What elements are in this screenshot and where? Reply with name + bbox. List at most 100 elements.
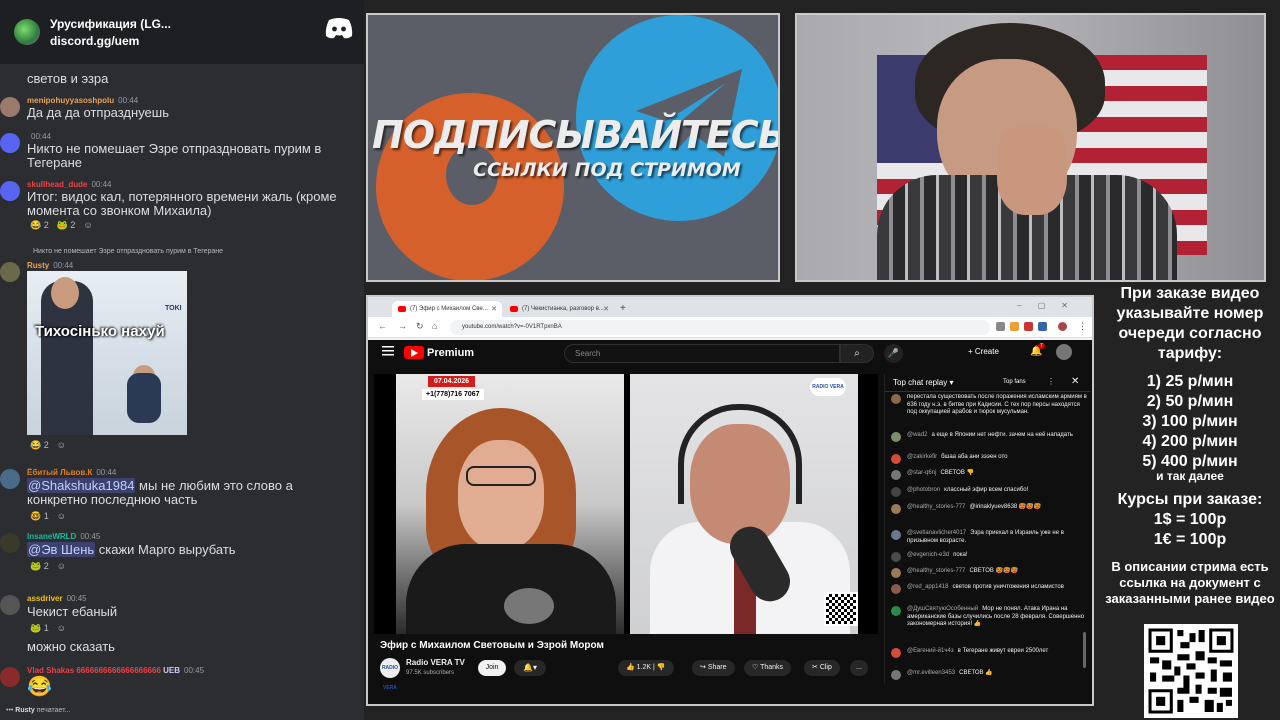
browser-window: (7) Эфир с Михаилом Све... ✕ (7) Чекистиа… — [366, 295, 1094, 706]
search-input[interactable]: Search — [564, 344, 840, 363]
add-reaction-icon[interactable]: ☺ — [57, 561, 66, 572]
add-reaction-icon[interactable]: ☺ — [57, 623, 66, 634]
tab-bar: (7) Эфир с Михаилом Све... ✕ (7) Чекистиа… — [368, 297, 1092, 317]
author[interactable]: Rusty 00:44 — [27, 261, 73, 270]
close-tab-icon[interactable]: ✕ — [491, 305, 497, 313]
chat-more-icon[interactable]: ⋮ — [1047, 377, 1055, 386]
chat-author[interactable]: @evgenich-e3d — [907, 552, 949, 558]
forward-icon[interactable]: → — [398, 321, 407, 331]
avatar[interactable] — [0, 533, 20, 553]
avatar[interactable] — [0, 133, 20, 153]
close-chat-icon[interactable]: ✕ — [1071, 376, 1079, 387]
chat-author[interactable]: @red_app1418 — [907, 584, 948, 590]
author-name[interactable]: assdriver — [27, 594, 63, 603]
image-attachment[interactable]: TOKI Тихосінько нахуй — [27, 271, 187, 435]
add-reaction-icon[interactable]: ☺ — [83, 220, 92, 231]
avatar[interactable] — [0, 595, 20, 615]
tab-youtube-video[interactable]: (7) Эфир с Михаилом Све... ✕ — [392, 301, 502, 317]
youtube-brand[interactable]: Premium — [427, 347, 474, 359]
chat-author[interactable]: @zakirkefir — [907, 454, 937, 460]
reaction[interactable]: 😂 2 — [30, 220, 49, 231]
share-button[interactable]: ↪ Share — [692, 660, 735, 676]
chat-avatar — [891, 432, 901, 442]
reaction[interactable]: 🐸 1 — [30, 623, 49, 634]
author-name[interactable]: Vlad Shakas 6666666666666666666 — [27, 666, 161, 675]
channel-name[interactable]: Radio VERA TV — [406, 658, 465, 667]
chat-scrollbar[interactable] — [1083, 632, 1086, 668]
reply-preview[interactable]: Никто не помешает Эзре отпраздновать пур… — [33, 248, 223, 255]
browser-menu-icon[interactable]: ⋮ — [1078, 321, 1087, 332]
microphone-icon[interactable]: 🎤 — [884, 344, 903, 363]
avatar[interactable] — [0, 181, 20, 201]
author-name[interactable]: Rusty — [27, 261, 49, 270]
hamburger-menu-icon[interactable] — [382, 346, 394, 356]
author-name[interactable]: skullhead_dude — [27, 180, 87, 189]
author[interactable]: assdriver 00:45 — [27, 594, 87, 603]
chat-message: @zakirkefir бшаа аба ани зээен ото — [891, 454, 1087, 464]
create-label: Create — [974, 347, 999, 356]
author[interactable]: InsaneWRLD 00:45 — [27, 532, 100, 541]
chat-mode-dropdown[interactable]: Top chat replay ▾ — [893, 378, 954, 387]
extension-icon[interactable] — [996, 322, 1005, 331]
chat-message: @wad2 а еще в Японии нет нефти. зачем на … — [891, 432, 1087, 442]
chat-author[interactable]: @healthy_stories-777 — [907, 568, 965, 574]
reaction[interactable]: 🤓 1 — [30, 511, 49, 522]
author-name[interactable]: menipohuyyasoshpolu — [27, 96, 114, 105]
new-tab-icon[interactable]: + — [620, 303, 626, 314]
reload-icon[interactable]: ↻ — [416, 321, 424, 332]
tab-second[interactable]: (7) Чекистианка, разговор в... ✕ — [504, 301, 614, 317]
extension-icon[interactable] — [1038, 322, 1047, 331]
account-avatar[interactable] — [1056, 344, 1072, 360]
chat-author[interactable]: @wad2 — [907, 432, 927, 438]
extension-icon[interactable] — [1010, 322, 1019, 331]
reaction[interactable]: 🐸 2 — [30, 561, 49, 572]
chat-text: СВЕТОВ 🥵🥵🥵 — [969, 568, 1018, 574]
author[interactable]: Vlad Shakas 6666666666666666666 UEB 00:45 — [27, 666, 357, 675]
author[interactable]: Ёбитый Львов.К 00:44 — [27, 468, 116, 477]
profile-icon[interactable] — [1058, 322, 1067, 331]
close-tab-icon[interactable]: ✕ — [603, 305, 609, 313]
url-input[interactable]: youtube.com/watch?v=-0V1RTpxnBA — [450, 320, 990, 335]
subscription-bell-icon[interactable]: 🔔▾ — [514, 660, 546, 676]
chat-author[interactable]: @ДушСвятуюОсобенный — [907, 606, 978, 612]
top-fans-button[interactable]: Top fans — [1003, 379, 1026, 385]
search-icon[interactable]: ⌕ — [840, 344, 874, 363]
add-reaction-icon[interactable]: ☺ — [57, 511, 66, 522]
chat-header: Top chat replay ▾ Top fans ⋮ ✕ — [885, 374, 1090, 392]
back-icon[interactable]: ← — [378, 321, 387, 331]
join-button[interactable]: Join — [478, 660, 506, 676]
create-button[interactable]: + Create — [968, 347, 999, 356]
avatar[interactable] — [0, 262, 20, 282]
clip-button[interactable]: ✂ Clip — [804, 660, 840, 676]
author[interactable]: menipohuyyasoshpolu 00:44 — [27, 96, 138, 105]
home-icon[interactable]: ⌂ — [432, 321, 437, 331]
chat-author[interactable]: @star-q6nj — [907, 470, 936, 476]
author-name[interactable]: Ёбитый Львов.К — [27, 468, 92, 477]
channel-avatar[interactable]: RADIO VERA — [380, 658, 400, 691]
author[interactable]: 00:44 — [27, 132, 51, 141]
more-actions-button[interactable]: ... — [850, 660, 868, 676]
chat-message: @red_app1418 светов против уничтожения ис… — [891, 584, 1087, 594]
add-reaction-icon[interactable]: ☺ — [57, 440, 66, 451]
chat-author[interactable]: @photobron — [907, 487, 940, 493]
chat-author[interactable]: @Евгений-й1ч4з — [907, 648, 954, 654]
thanks-button[interactable]: ♡ Thanks — [744, 660, 792, 676]
youtube-logo-icon[interactable] — [404, 346, 424, 359]
user-mention[interactable]: @Shakshuka1984 — [27, 478, 136, 493]
chat-author[interactable]: @svetlanavlicher4017 — [907, 530, 966, 536]
author-name[interactable]: InsaneWRLD — [27, 532, 76, 541]
avatar[interactable] — [0, 469, 20, 489]
author[interactable]: skullhead_dude 00:44 — [27, 180, 112, 189]
extension-icon[interactable] — [1024, 322, 1033, 331]
chat-author[interactable]: @healthy_stories-777 — [907, 504, 965, 510]
window-controls[interactable]: –▢✕ — [1017, 301, 1084, 310]
like-button[interactable]: 👍 1.2K | 👎 — [618, 660, 674, 676]
chat-avatar — [891, 394, 901, 404]
reaction[interactable]: 😂 2 — [30, 440, 49, 451]
chat-author[interactable]: @mr.evilleen3453 — [907, 670, 955, 676]
video-player[interactable]: 07.04.2026 +1(778)716 7067 RADIO VERA — [374, 374, 878, 634]
avatar[interactable] — [0, 667, 20, 687]
user-mention[interactable]: @Эв Шень — [27, 542, 96, 557]
avatar[interactable] — [0, 97, 20, 117]
reaction[interactable]: 🐸 2 — [57, 220, 76, 231]
